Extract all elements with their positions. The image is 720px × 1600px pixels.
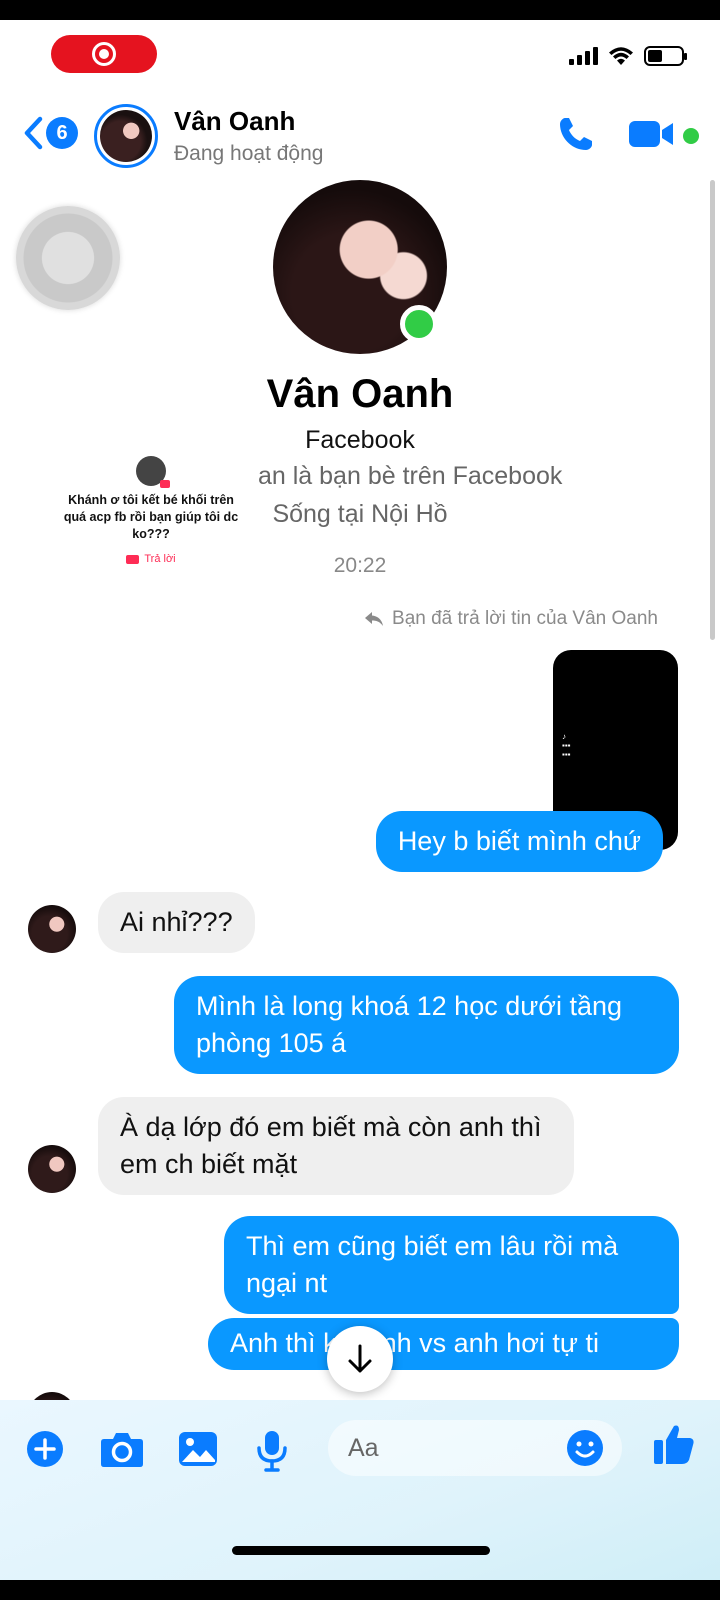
tiktok-reply-text: Trả lời (144, 553, 176, 565)
header-avatar[interactable] (94, 104, 158, 168)
reply-note: Bạn đã trả lời tin của Vân Oanh (364, 608, 658, 630)
plus-icon[interactable] (26, 1430, 64, 1468)
message-incoming[interactable]: Ai nhỉ??? (98, 892, 255, 953)
header-active-status: Đang hoạt động (174, 142, 324, 165)
message-outgoing[interactable]: Mình là long khoá 12 học dưới tầng phòng… (174, 976, 679, 1074)
phone-icon[interactable] (556, 114, 596, 154)
messenger-screen: 6 Vân Oanh Đang hoạt động Vân Oanh Faceb… (0, 20, 720, 1580)
status-icons (569, 46, 687, 66)
tiktok-reply-label: Trả lời (63, 553, 239, 565)
tiktok-comment-overlay: Khánh ơ tôi kết bé khối trên quá acp fb … (63, 444, 239, 584)
commenter-avatar (136, 456, 170, 488)
thumbs-up-icon[interactable] (652, 1422, 696, 1466)
reply-note-text: Bạn đã trả lời tin của Vân Oanh (392, 608, 658, 629)
profile-friends-note: an là bạn bè trên Facebook (258, 462, 563, 490)
reply-arrow-icon (365, 612, 384, 626)
tiktok-comment-text: Khánh ơ tôi kết bé khối trên quá acp fb … (63, 493, 239, 541)
battery-icon (644, 46, 687, 66)
tiktok-logo-icon: ♪ ▪▪▪ ▪▪▪ (562, 732, 571, 759)
online-indicator (683, 128, 699, 144)
message-outgoing[interactable]: Thì em cũng biết em lâu rồi mà ngại nt (224, 1216, 679, 1314)
message-outgoing[interactable]: Hey b biết mình chứ (375, 811, 663, 872)
home-indicator[interactable] (232, 1546, 490, 1555)
signal-icon (569, 47, 598, 65)
back-button[interactable]: 6 (22, 116, 78, 150)
message-incoming[interactable]: À dạ lớp đó em biết mà còn anh thì em ch… (98, 1097, 574, 1195)
message-input[interactable] (348, 1420, 548, 1476)
wifi-icon (609, 47, 633, 65)
camera-icon[interactable] (100, 1430, 144, 1468)
header-contact-name[interactable]: Vân Oanh (174, 106, 295, 137)
video-camera-icon (126, 554, 140, 564)
arrow-down-icon (348, 1344, 372, 1373)
image-icon[interactable] (178, 1430, 218, 1468)
conversation-header: 6 Vân Oanh Đang hoạt động (0, 98, 720, 188)
message-composer (0, 1400, 720, 1580)
profile-online-indicator (400, 305, 438, 343)
contact-avatar[interactable] (28, 905, 76, 953)
emoji-icon[interactable] (566, 1429, 604, 1467)
record-icon (92, 42, 116, 66)
message-outgoing[interactable]: Anh thì k ó ảnh vs anh hơi tự ti (208, 1318, 679, 1370)
profile-name: Vân Oanh (266, 372, 454, 416)
screen-recording-indicator[interactable] (51, 35, 157, 73)
floating-chat-head[interactable] (16, 206, 120, 310)
contact-avatar[interactable] (28, 1145, 76, 1193)
message-input-container[interactable] (328, 1420, 622, 1476)
microphone-icon[interactable] (256, 1430, 288, 1472)
unread-count-badge: 6 (46, 117, 78, 149)
scroll-to-bottom-button[interactable] (327, 1326, 393, 1392)
video-call-icon[interactable] (628, 118, 676, 150)
chevron-left-icon (24, 116, 43, 150)
